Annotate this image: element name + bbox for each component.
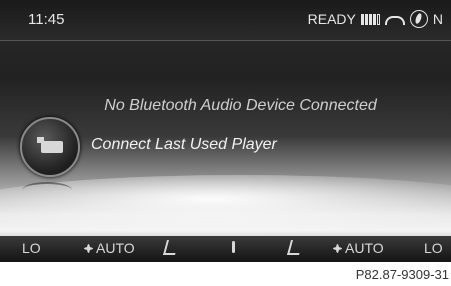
temperature-control[interactable] <box>232 240 235 256</box>
connect-button[interactable] <box>20 117 80 177</box>
background-highlight <box>0 175 451 235</box>
right-fan-label: AUTO <box>345 240 384 256</box>
status-bar: 11:45 READY N <box>0 0 451 41</box>
seat-airflow-icon <box>162 240 180 255</box>
fan-icon <box>84 244 93 253</box>
signal-strength-icon <box>360 13 380 25</box>
heading-label: N <box>432 11 443 27</box>
right-temperature[interactable]: LO <box>424 240 443 256</box>
connect-label: Connect Last Used Player <box>91 136 277 153</box>
left-fan-label: AUTO <box>96 240 135 256</box>
phone-icon <box>384 15 405 25</box>
left-fan-auto[interactable]: AUTO <box>84 240 135 256</box>
media-player-icon <box>37 137 63 153</box>
status-indicators: READY N <box>308 10 443 28</box>
right-fan-auto[interactable]: AUTO <box>333 240 384 256</box>
seat-airflow-icon <box>286 240 304 255</box>
compass-icon <box>409 10 428 28</box>
left-seat-airflow[interactable] <box>162 240 180 258</box>
right-seat-airflow[interactable] <box>286 240 304 258</box>
figure-footer: P82.87-9309-31 <box>0 262 451 286</box>
fan-icon <box>333 244 342 253</box>
ready-label: READY <box>307 11 356 27</box>
left-temperature[interactable]: LO <box>22 240 41 256</box>
climate-bar: LO AUTO AUTO LO <box>0 236 451 262</box>
button-reflection <box>22 182 72 198</box>
temperature-icon <box>232 241 235 253</box>
figure-caption: P82.87-9309-31 <box>355 267 449 282</box>
no-device-message: No Bluetooth Audio Device Connected <box>104 97 377 114</box>
connect-last-player-item[interactable]: Connect Last Used Player <box>20 117 440 177</box>
display-screen: 11:45 READY N No Bluetooth Audio Device … <box>0 0 451 262</box>
clock: 11:45 <box>28 11 65 28</box>
